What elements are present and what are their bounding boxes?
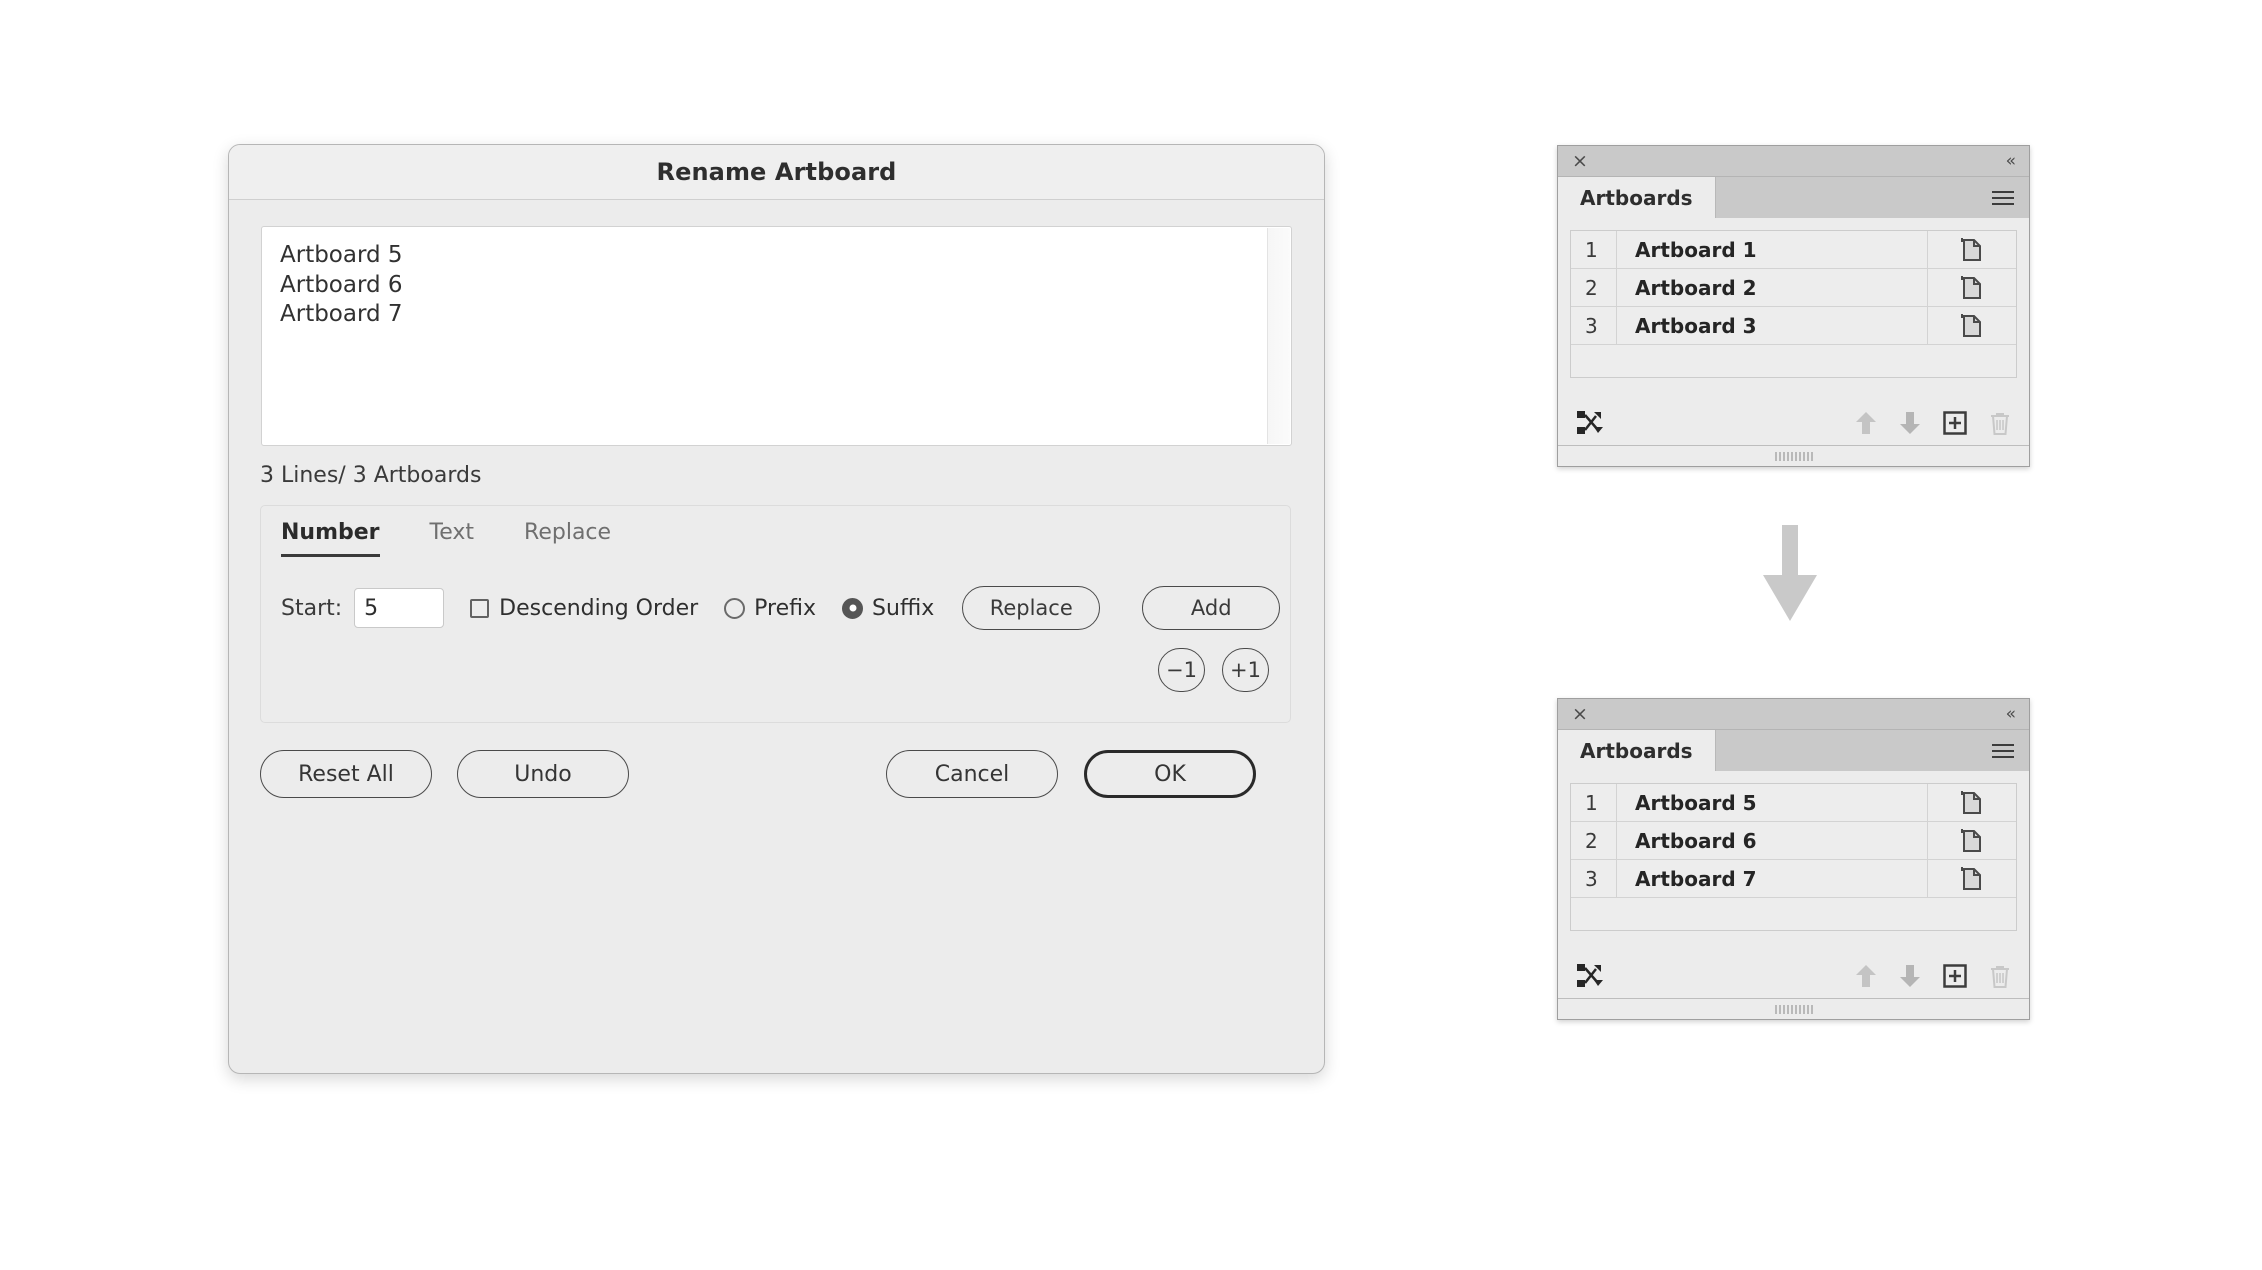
dialog-title: Rename Artboard xyxy=(656,158,897,186)
radio-selected-icon xyxy=(842,597,864,619)
prefix-label: Prefix xyxy=(754,595,817,621)
radio-unselected-icon xyxy=(724,597,746,619)
panel-menu-button[interactable] xyxy=(1992,730,2029,771)
artboard-icon-cell[interactable] xyxy=(1928,307,2016,344)
add-button[interactable]: Add xyxy=(1142,586,1281,630)
number-stepper-row: −1 +1 xyxy=(1158,648,1269,692)
delete-artboard-icon[interactable] xyxy=(1989,964,2011,989)
move-down-icon[interactable] xyxy=(1899,964,1921,988)
start-label: Start: xyxy=(281,595,343,621)
tab-replace[interactable]: Replace xyxy=(524,520,611,554)
artboard-icon xyxy=(1961,866,1981,890)
increment-button[interactable]: +1 xyxy=(1222,648,1269,692)
artboard-name[interactable]: Artboard 2 xyxy=(1617,269,1928,306)
start-input[interactable] xyxy=(354,588,445,628)
rearrange-artboards-icon[interactable] xyxy=(1576,963,1604,989)
new-artboard-icon[interactable] xyxy=(1943,964,1967,988)
textarea-scrollbar[interactable] xyxy=(1267,228,1290,444)
table-row[interactable]: 2 Artboard 2 xyxy=(1571,269,2016,307)
panel-menu-button[interactable] xyxy=(1992,177,2029,218)
artboards-panel-before: × « Artboards 1 Artboard 1 2 Artboard 2 xyxy=(1557,145,2030,467)
close-icon[interactable]: × xyxy=(1572,151,1588,171)
collapse-panel-icon[interactable]: « xyxy=(2006,704,2016,724)
artboard-icon xyxy=(1961,790,1981,814)
artboard-name[interactable]: Artboard 3 xyxy=(1617,307,1928,344)
ok-button[interactable]: OK xyxy=(1084,750,1256,798)
move-up-icon[interactable] xyxy=(1855,964,1877,988)
grip-lines-icon xyxy=(1774,1004,1813,1014)
rearrange-artboards-icon[interactable] xyxy=(1576,410,1604,436)
options-tabstrip: Number Text Replace xyxy=(281,520,661,557)
rename-artboard-dialog: Rename Artboard Artboard 5 Artboard 6 Ar… xyxy=(228,144,1325,1074)
descending-order-checkbox[interactable]: Descending Order xyxy=(470,596,698,621)
panel-resize-grip[interactable] xyxy=(1558,445,2029,466)
artboard-name[interactable]: Artboard 6 xyxy=(1617,822,1928,859)
panel-resize-grip[interactable] xyxy=(1558,998,2029,1019)
collapse-panel-icon[interactable]: « xyxy=(2006,151,2016,171)
new-artboard-icon[interactable] xyxy=(1943,411,1967,435)
artboards-list: 1 Artboard 5 2 Artboard 6 3 Artboard 7 xyxy=(1570,783,2017,931)
artboard-name[interactable]: Artboard 7 xyxy=(1617,860,1928,897)
table-row[interactable]: 1 Artboard 5 xyxy=(1571,784,2016,822)
dialog-titlebar: Rename Artboard xyxy=(229,145,1324,200)
artboard-name[interactable]: Artboard 5 xyxy=(1617,784,1928,821)
panel-tabstrip: Artboards xyxy=(1558,730,2029,771)
artboard-index: 3 xyxy=(1571,860,1617,897)
artboard-icon-cell[interactable] xyxy=(1928,860,2016,897)
artboard-name[interactable]: Artboard 1 xyxy=(1617,231,1928,268)
panel-tab-artboards[interactable]: Artboards xyxy=(1558,730,1716,771)
table-row[interactable]: 1 Artboard 1 xyxy=(1571,231,2016,269)
artboard-index: 1 xyxy=(1571,231,1617,268)
artboard-icon xyxy=(1961,313,1981,337)
artboard-names-text: Artboard 5 Artboard 6 Artboard 7 xyxy=(280,242,403,327)
descending-order-label: Descending Order xyxy=(499,595,699,621)
table-row[interactable]: 2 Artboard 6 xyxy=(1571,822,2016,860)
hamburger-icon xyxy=(1992,187,2014,209)
artboard-index: 2 xyxy=(1571,269,1617,306)
table-row[interactable]: 3 Artboard 7 xyxy=(1571,860,2016,898)
cancel-button[interactable]: Cancel xyxy=(886,750,1058,798)
panel-footer xyxy=(1558,954,2029,998)
suffix-label: Suffix xyxy=(872,595,935,621)
hamburger-icon xyxy=(1992,740,2014,762)
line-count-status: 3 Lines/ 3 Artboards xyxy=(260,463,482,488)
close-icon[interactable]: × xyxy=(1572,704,1588,724)
artboards-list: 1 Artboard 1 2 Artboard 2 3 Artboard 3 xyxy=(1570,230,2017,378)
grip-lines-icon xyxy=(1774,451,1813,461)
panel-footer xyxy=(1558,401,2029,445)
suffix-radio[interactable]: Suffix xyxy=(842,596,934,621)
checkbox-box-icon xyxy=(470,598,490,618)
reset-all-button[interactable]: Reset All xyxy=(260,750,432,798)
artboard-icon xyxy=(1961,828,1981,852)
flow-arrow-down xyxy=(1755,525,1825,623)
artboard-icon xyxy=(1961,275,1981,299)
options-group: Number Text Replace Start: Descending Or… xyxy=(260,505,1291,723)
artboard-index: 2 xyxy=(1571,822,1617,859)
artboards-panel-after: × « Artboards 1 Artboard 5 2 Artboard 6 xyxy=(1557,698,2030,1020)
artboard-icon-cell[interactable] xyxy=(1928,231,2016,268)
panel-tab-artboards[interactable]: Artboards xyxy=(1558,177,1716,218)
delete-artboard-icon[interactable] xyxy=(1989,411,2011,436)
artboard-names-textarea[interactable]: Artboard 5 Artboard 6 Artboard 7 xyxy=(261,226,1292,446)
move-up-icon[interactable] xyxy=(1855,411,1877,435)
artboard-index: 1 xyxy=(1571,784,1617,821)
prefix-radio[interactable]: Prefix xyxy=(724,596,816,621)
undo-button[interactable]: Undo xyxy=(457,750,629,798)
artboard-icon xyxy=(1961,237,1981,261)
replace-button[interactable]: Replace xyxy=(962,586,1101,630)
number-controls-row: Start: Descending Order Prefix Suffix Re… xyxy=(281,584,1281,632)
tab-text[interactable]: Text xyxy=(430,520,475,554)
table-row[interactable]: 3 Artboard 3 xyxy=(1571,307,2016,345)
panel-tabstrip: Artboards xyxy=(1558,177,2029,218)
artboard-index: 3 xyxy=(1571,307,1617,344)
decrement-button[interactable]: −1 xyxy=(1158,648,1205,692)
artboard-icon-cell[interactable] xyxy=(1928,822,2016,859)
artboard-icon-cell[interactable] xyxy=(1928,784,2016,821)
panel-titlebar: × « xyxy=(1558,699,2029,730)
move-down-icon[interactable] xyxy=(1899,411,1921,435)
panel-titlebar: × « xyxy=(1558,146,2029,177)
tab-number[interactable]: Number xyxy=(281,520,380,557)
artboard-icon-cell[interactable] xyxy=(1928,269,2016,306)
